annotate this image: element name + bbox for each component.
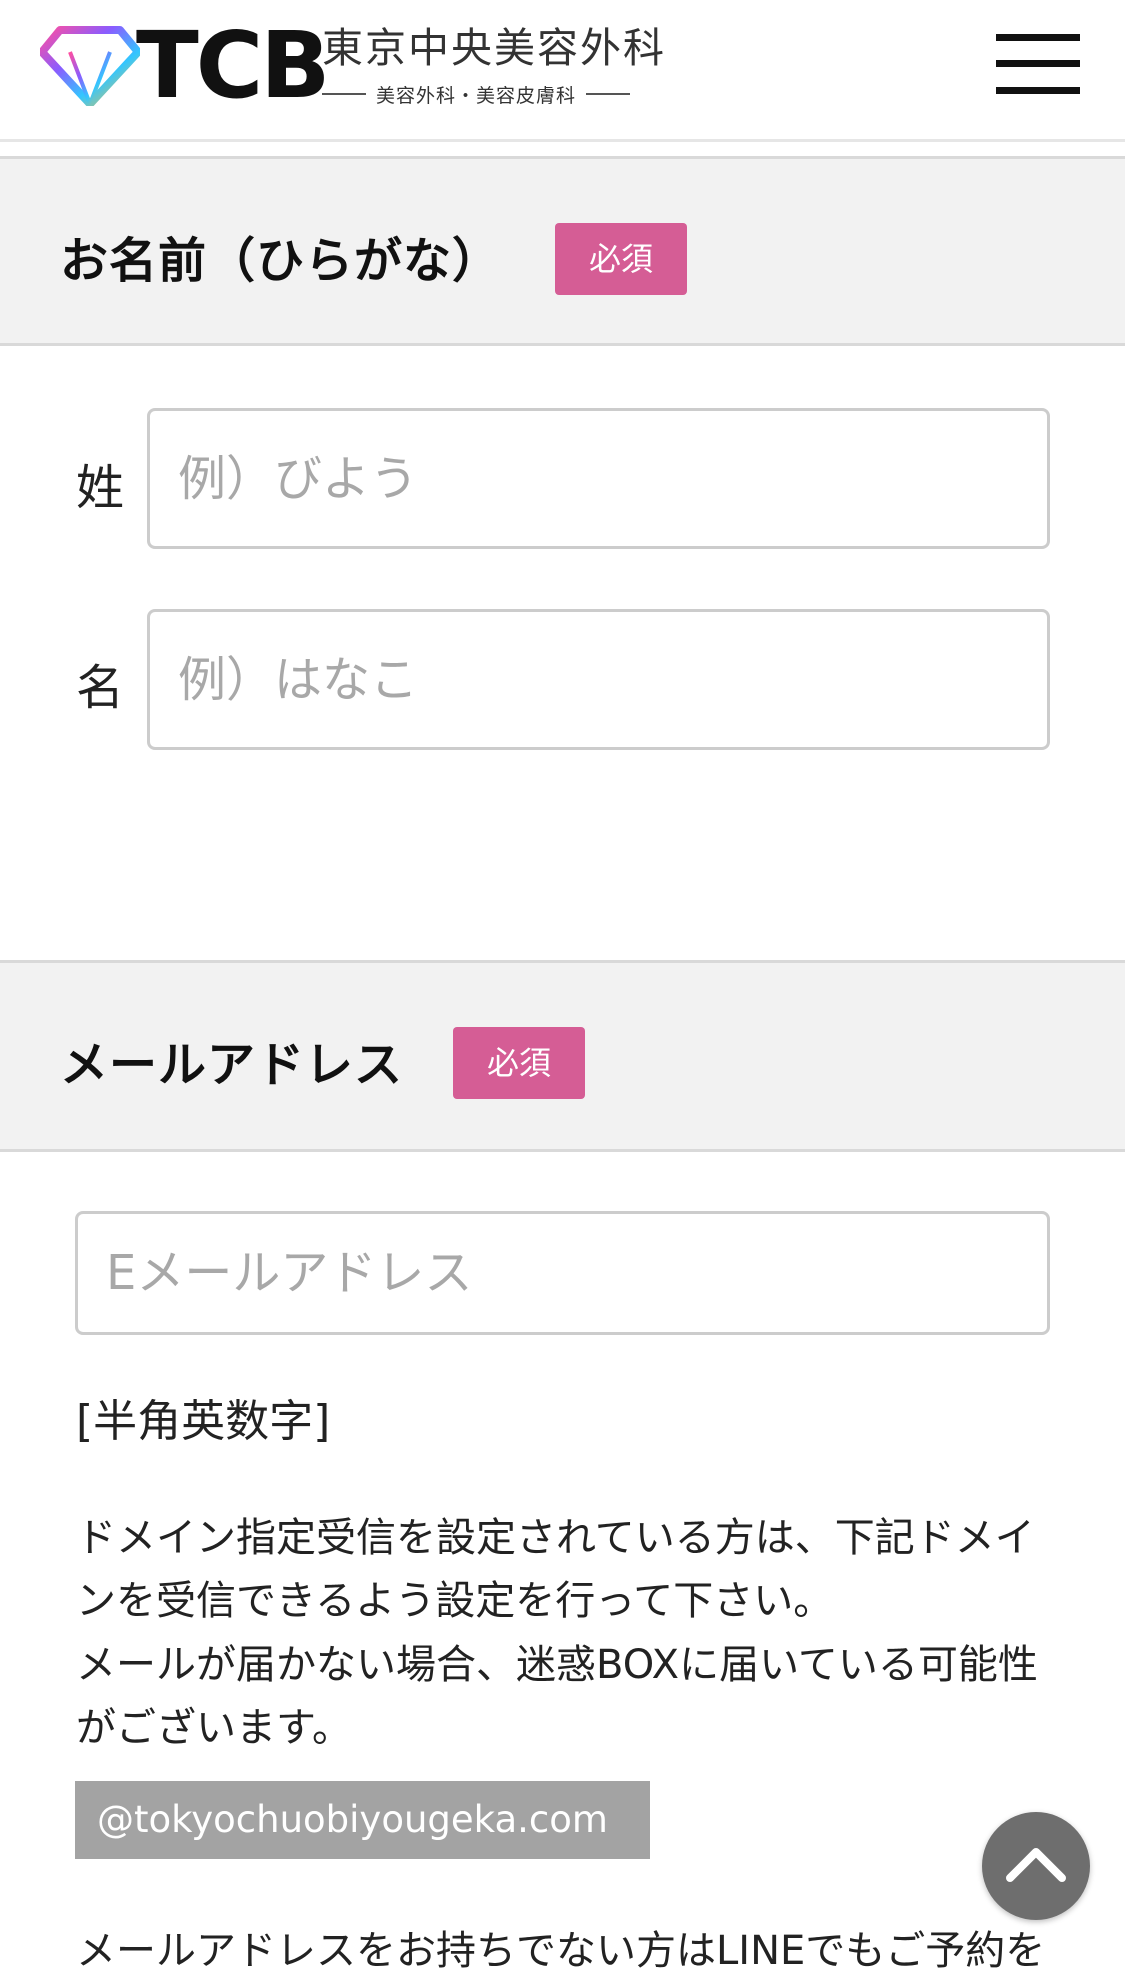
email-input[interactable] (75, 1211, 1050, 1335)
diamond-logo-icon[interactable] (40, 26, 140, 106)
name-section-header: お名前（ひらがな） 必須 (0, 156, 1125, 346)
domain-note-1: ドメイン指定受信を設定されている方は、下記ドメインを受信できるよう設定を行って下… (76, 1515, 1035, 1624)
required-badge: 必須 (453, 1027, 585, 1099)
format-note: [半角英数字] (76, 1396, 331, 1447)
chevron-up-icon (1006, 1848, 1066, 1882)
first-name-label: 名 (76, 660, 125, 716)
name-section-title: お名前（ひらがな） (60, 233, 502, 289)
domain-tag: @tokyochuobiyougeka.com (75, 1781, 650, 1859)
email-section-title: メールアドレス (60, 1037, 404, 1093)
divider-line (322, 93, 366, 95)
last-name-input[interactable] (147, 408, 1050, 549)
line-note: メールアドレスをお持ちでない方はLINEでもご予約を (76, 1928, 1046, 1974)
last-name-label: 姓 (76, 460, 125, 516)
first-name-input[interactable] (147, 609, 1050, 750)
clinic-subtitle: 美容外科・美容皮膚科 (376, 84, 577, 107)
hamburger-menu-icon[interactable] (996, 30, 1080, 98)
email-section-header: メールアドレス 必須 (0, 960, 1125, 1152)
domain-note-2: メールが届かない場合、迷惑BOXに届いている可能性がございます。 (76, 1642, 1038, 1751)
site-header: TCB 東京中央美容外科 美容外科・美容皮膚科 (0, 0, 1125, 142)
clinic-name[interactable]: 東京中央美容外科 (322, 22, 666, 74)
scroll-to-top-button[interactable] (982, 1812, 1090, 1920)
required-badge: 必須 (555, 223, 687, 295)
logo-text[interactable]: TCB (136, 10, 330, 122)
divider-line (586, 93, 631, 95)
clinic-subtitle-wrap: 美容外科・美容皮膚科 (322, 80, 631, 108)
